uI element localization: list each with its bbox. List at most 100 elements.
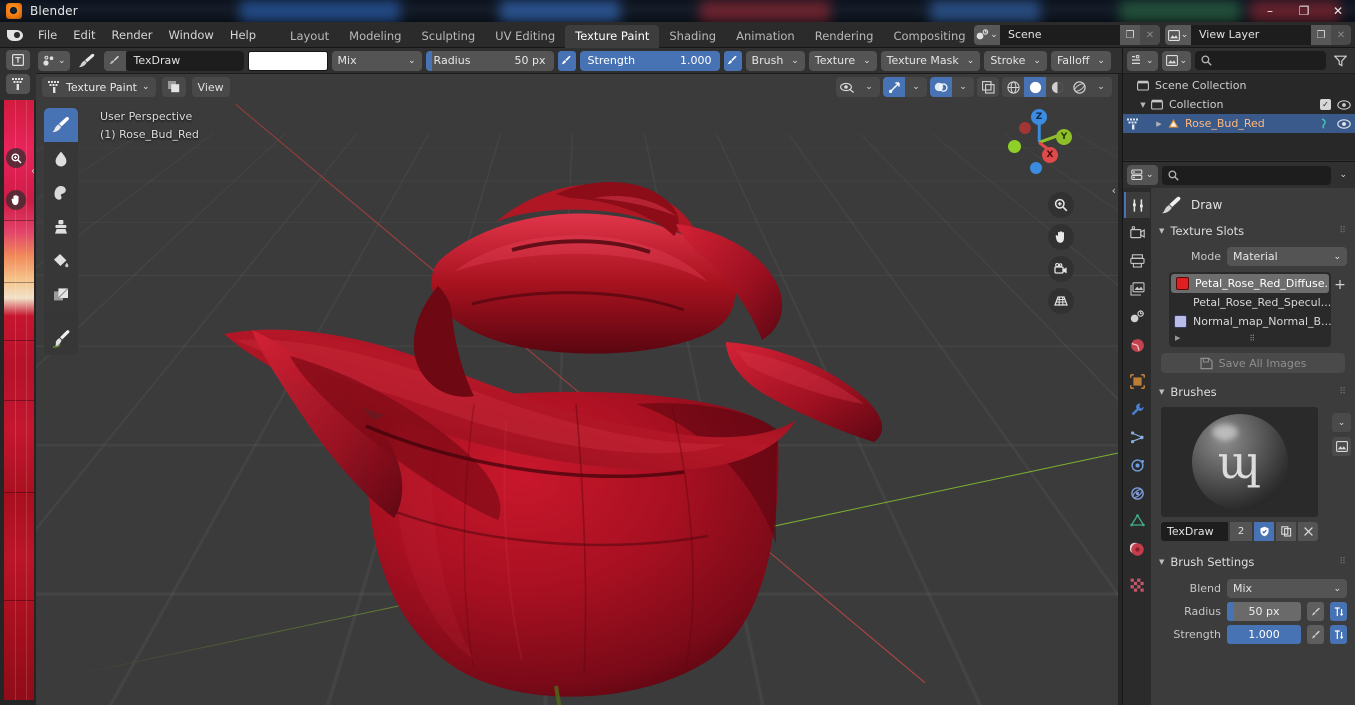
strength-pressure-icon[interactable] — [1307, 625, 1324, 644]
brush-specials-dropdown[interactable]: ⌄ — [1332, 413, 1351, 432]
scene-name[interactable]: Scene — [1000, 25, 1120, 45]
overlays-dropdown[interactable]: ⌄ — [952, 77, 974, 97]
menu-file[interactable]: File — [30, 25, 65, 45]
tab-view-layer[interactable] — [1124, 276, 1150, 302]
new-view-layer-button[interactable]: ❐ — [1311, 25, 1331, 45]
tab-physics[interactable] — [1124, 452, 1150, 478]
gizmo-axis-y[interactable]: Y — [1056, 129, 1072, 145]
gizmo-axis-neg-z[interactable] — [1030, 162, 1042, 174]
image-zoom-icon[interactable] — [6, 148, 26, 168]
visibility-selector[interactable] — [836, 77, 858, 97]
texture-slot-item[interactable]: Petal_Rose_Red_Specul... — [1169, 293, 1331, 312]
navigation-gizmo[interactable]: Z Y X — [1000, 102, 1078, 180]
texture-menu[interactable]: Texture ⌄ — [808, 50, 877, 71]
active-brush-name[interactable]: TexDraw — [125, 50, 244, 71]
shading-solid-button[interactable] — [1024, 77, 1046, 97]
expand-triangle-icon[interactable]: ▶ — [1175, 334, 1180, 342]
gizmo-dropdown[interactable]: ⌄ — [905, 77, 927, 97]
disclosure-triangle-icon[interactable]: ▶ — [1153, 120, 1165, 128]
outliner-row-scene-collection[interactable]: Scene Collection — [1123, 76, 1355, 95]
properties-filter-dropdown[interactable]: ⌄ — [1335, 165, 1351, 185]
brush-settings-panel-header[interactable]: ▼ Brush Settings ⠿ — [1151, 551, 1355, 573]
blender-logo-icon[interactable] — [6, 26, 26, 44]
maximize-button[interactable]: ❐ — [1287, 0, 1321, 22]
shading-rendered-button[interactable] — [1068, 77, 1090, 97]
texture-mask-menu[interactable]: Texture Mask ⌄ — [880, 50, 981, 71]
brush-preview[interactable]: ɰ — [1161, 407, 1318, 517]
outliner-row-collection[interactable]: ▼ Collection ✓ — [1123, 95, 1355, 114]
brush-preset-selector[interactable]: ⌄ — [38, 50, 70, 71]
outliner-editor-type-button[interactable]: ⌄ — [1127, 50, 1158, 71]
mask-tool[interactable] — [44, 278, 78, 312]
tab-uv-editing[interactable]: UV Editing — [485, 25, 565, 48]
view-layer-selector[interactable]: ⌄ View Layer ❐ ✕ — [1165, 25, 1351, 45]
tab-object-data[interactable] — [1124, 508, 1150, 534]
brush-datablock-icon[interactable] — [103, 50, 126, 71]
tab-sculpting[interactable]: Sculpting — [411, 25, 485, 48]
copy-icon[interactable] — [1276, 522, 1296, 541]
zoom-icon[interactable] — [1048, 192, 1074, 218]
image-editor-strip[interactable]: ‹ — [0, 48, 36, 705]
gizmo-axis-neg-x[interactable] — [1019, 122, 1031, 134]
editor-type-icon[interactable] — [6, 50, 30, 70]
properties-editor-type-button[interactable]: ⌄ — [1127, 165, 1158, 185]
clone-tool[interactable] — [44, 210, 78, 244]
mesh-data-icon[interactable] — [1320, 118, 1331, 129]
texture-slot-list-footer[interactable]: ▶ ⠿ — [1169, 331, 1331, 345]
brush-preview-image-button[interactable] — [1332, 437, 1351, 456]
smear-tool[interactable] — [44, 176, 78, 210]
remove-view-layer-button[interactable]: ✕ — [1331, 25, 1351, 45]
visibility-dropdown[interactable]: ⌄ — [858, 77, 880, 97]
save-all-images-button[interactable]: Save All Images — [1161, 353, 1345, 373]
blend-mode-dropdown[interactable]: Mix ⌄ — [331, 50, 422, 71]
tab-render[interactable] — [1124, 220, 1150, 246]
stroke-menu[interactable]: Stroke ⌄ — [984, 50, 1047, 71]
tab-particles[interactable] — [1124, 424, 1150, 450]
xray-toggle[interactable] — [977, 77, 999, 97]
tab-active-tool[interactable] — [1124, 192, 1150, 218]
strength-unit-toggle[interactable] — [1330, 625, 1347, 644]
fill-tool[interactable] — [44, 244, 78, 278]
camera-icon[interactable] — [1048, 256, 1074, 282]
gizmo-axis-x[interactable]: X — [1042, 147, 1058, 163]
gizmo-axis-neg-y[interactable] — [1008, 140, 1021, 153]
viewport-overlay-toggle[interactable] — [161, 77, 186, 97]
tab-compositing[interactable]: Compositing — [883, 25, 975, 48]
eye-icon[interactable] — [1337, 99, 1351, 110]
radius-pressure-icon[interactable] — [1307, 602, 1324, 621]
outliner-search-input[interactable] — [1195, 51, 1326, 70]
menu-render[interactable]: Render — [104, 25, 161, 45]
close-button[interactable]: ✕ — [1321, 0, 1355, 22]
image-pan-hand-icon[interactable] — [6, 190, 26, 210]
falloff-menu[interactable]: Falloff ⌄ — [1050, 50, 1111, 71]
tab-animation[interactable]: Animation — [726, 25, 805, 48]
tab-shading[interactable]: Shading — [659, 25, 726, 48]
brush-menu[interactable]: Brush ⌄ — [745, 50, 805, 71]
menu-help[interactable]: Help — [222, 25, 264, 45]
overlays-toggle[interactable] — [930, 77, 952, 97]
shading-wireframe-button[interactable] — [1002, 77, 1024, 97]
outliner-display-mode-button[interactable]: ⌄ — [1161, 50, 1192, 71]
tab-object[interactable] — [1124, 368, 1150, 394]
scene-selector[interactable]: ⌄ Scene ❐ ✕ — [974, 25, 1160, 45]
hand-icon[interactable] — [1048, 224, 1074, 250]
panel-drag-dots[interactable]: ⠿ — [1339, 387, 1347, 397]
tab-world[interactable] — [1124, 332, 1150, 358]
minimize-button[interactable]: – — [1253, 0, 1287, 22]
brush-blend-dropdown[interactable]: Mix ⌄ — [1227, 579, 1347, 598]
radius-pressure-toggle[interactable] — [557, 50, 576, 71]
menu-edit[interactable]: Edit — [65, 25, 103, 45]
collection-checkbox[interactable]: ✓ — [1320, 99, 1331, 110]
viewport-view-menu[interactable]: View — [191, 77, 230, 97]
x-icon[interactable] — [1298, 522, 1318, 541]
strength-slider[interactable]: Strength 1.000 — [579, 50, 720, 71]
strength-pressure-toggle[interactable] — [723, 50, 742, 71]
tab-rendering[interactable]: Rendering — [805, 25, 884, 48]
new-scene-button[interactable]: ❐ — [1120, 25, 1140, 45]
add-texture-slot-button[interactable]: + — [1331, 276, 1349, 294]
eye-icon[interactable] — [1337, 118, 1351, 129]
disclosure-triangle-icon[interactable]: ▼ — [1137, 101, 1149, 109]
tab-modeling[interactable]: Modeling — [339, 25, 411, 48]
panel-drag-dots[interactable]: ⠿ — [1339, 557, 1347, 567]
tab-material[interactable] — [1124, 536, 1150, 562]
